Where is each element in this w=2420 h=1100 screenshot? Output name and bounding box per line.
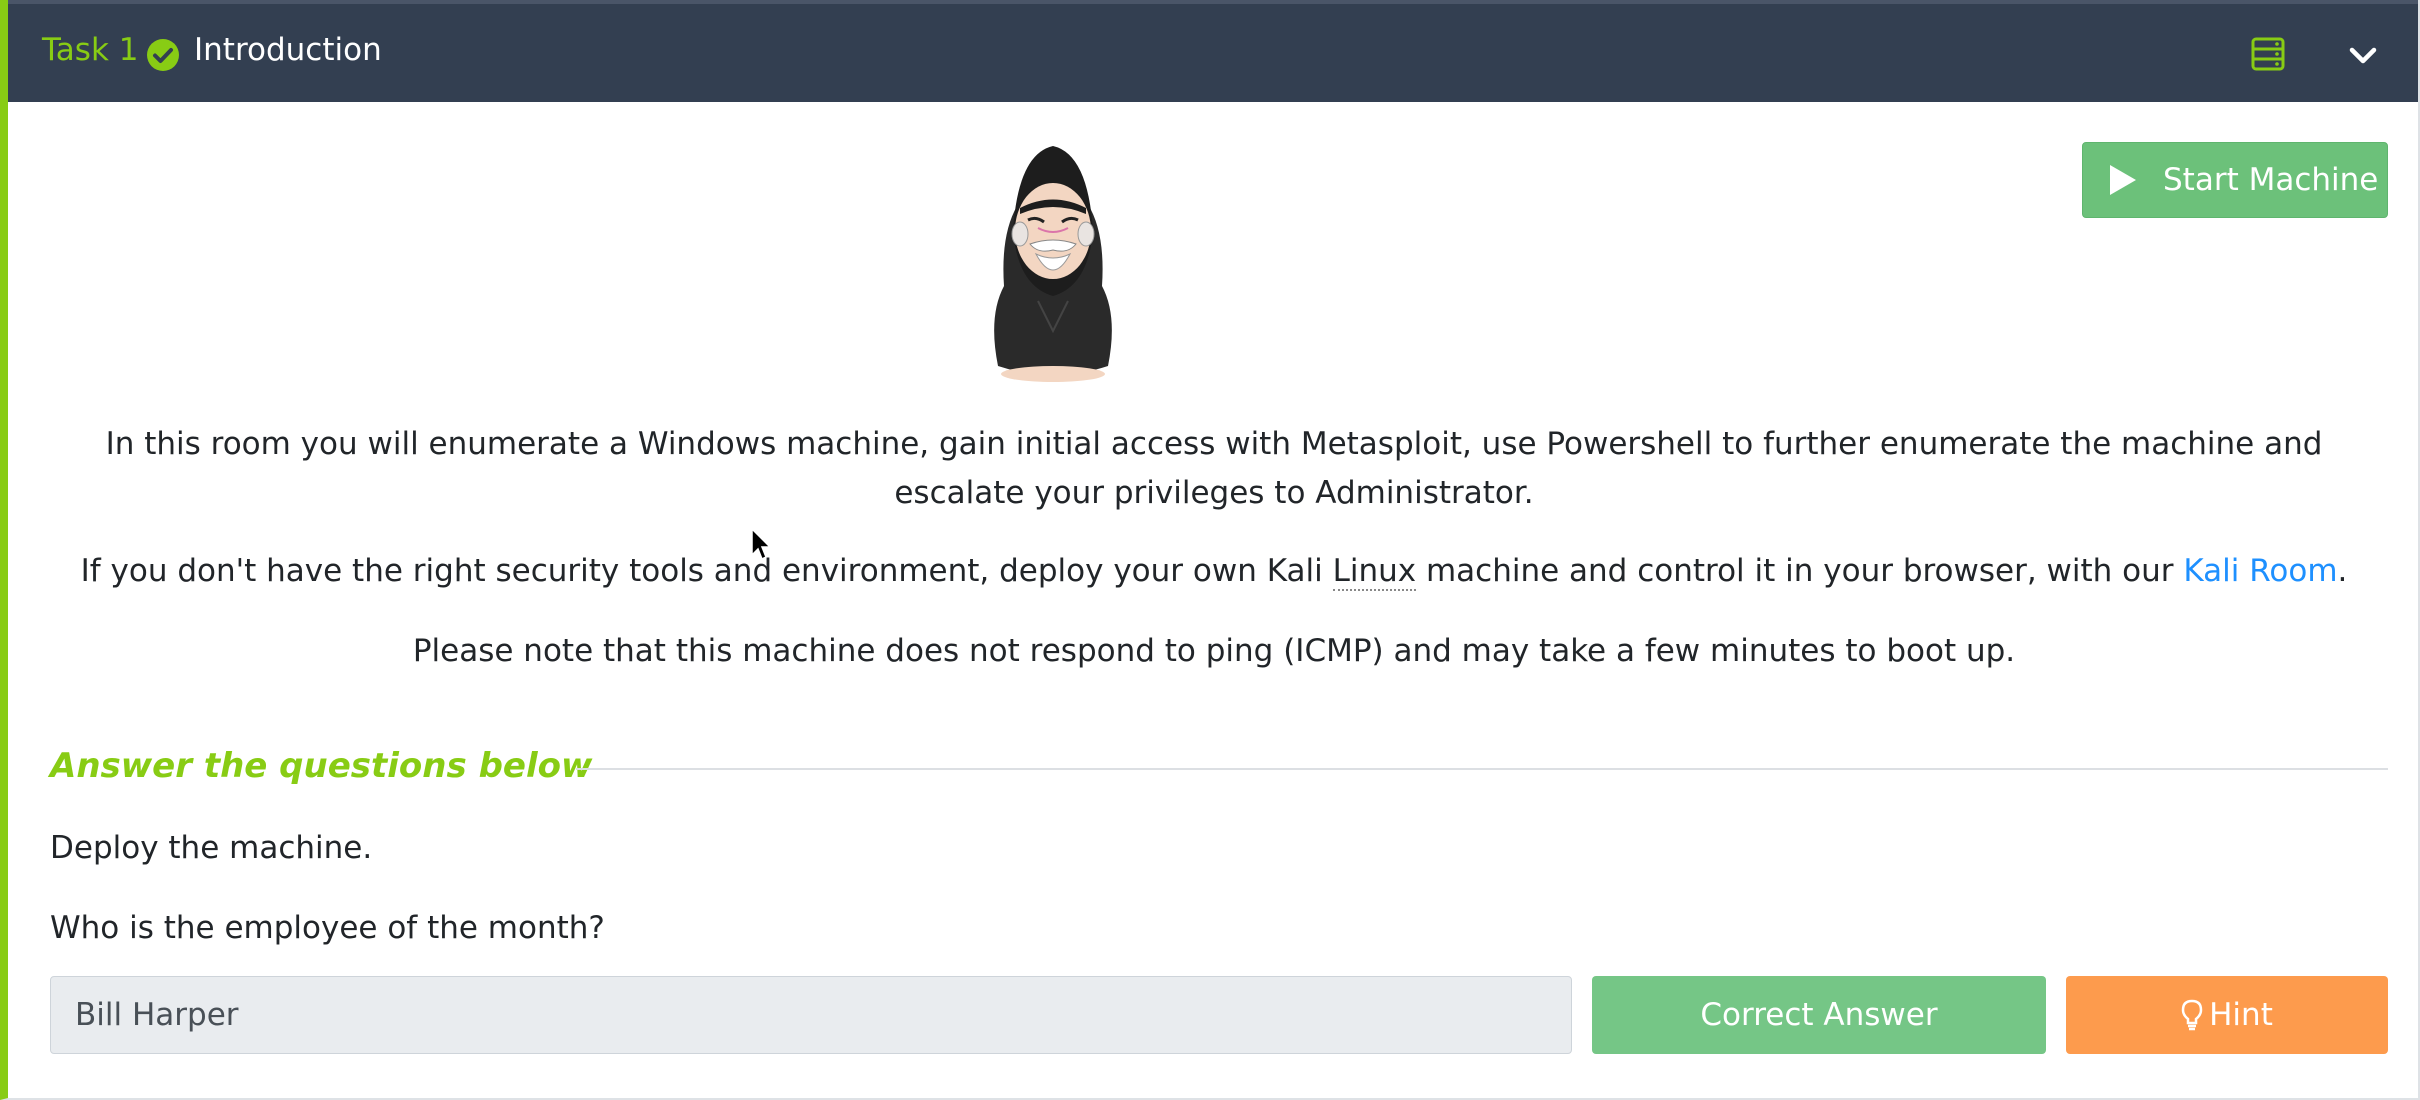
hint-label: Hint: [2209, 997, 2273, 1033]
hint-button[interactable]: Hint: [2066, 976, 2388, 1054]
tools-paragraph: If you don't have the right security too…: [48, 547, 2380, 596]
chevron-down-icon[interactable]: [2346, 38, 2380, 72]
task-header[interactable]: Task 1 Introduction: [8, 0, 2418, 102]
task-number: Task 1: [42, 32, 139, 68]
answer-input[interactable]: [50, 976, 1572, 1054]
linux-abbreviation: Linux: [1332, 553, 1417, 591]
correct-answer-button[interactable]: Correct Answer: [1592, 976, 2046, 1054]
intro-paragraph: In this room you will enumerate a Window…: [105, 426, 2323, 511]
server-icon[interactable]: [2250, 36, 2286, 72]
tools-text-middle: machine and control it in your browser, …: [1416, 553, 2184, 589]
answer-section-heading: Answer the questions below: [50, 746, 593, 786]
mouse-cursor-icon: [751, 527, 772, 561]
check-circle-icon: [147, 39, 179, 71]
task-card: Task 1 Introduction Start Machine In thi…: [0, 0, 2420, 1100]
task-title: Introduction: [194, 32, 382, 68]
tools-text-start: If you don't have the right security too…: [80, 553, 1333, 589]
start-machine-button[interactable]: Start Machine: [2082, 142, 2388, 218]
lightbulb-icon: [2181, 999, 2203, 1031]
start-machine-label: Start Machine: [2163, 162, 2379, 198]
correct-answer-label: Correct Answer: [1700, 997, 1938, 1033]
question-2-text: Who is the employee of the month?: [50, 910, 605, 946]
hooded-hacker-mascot-image: [994, 146, 1112, 382]
play-icon: [2110, 165, 2136, 195]
tools-text-end: .: [2337, 553, 2348, 589]
question-1-text: Deploy the machine.: [50, 830, 373, 866]
section-divider: [576, 768, 2388, 770]
kali-room-link[interactable]: Kali Room: [2183, 553, 2337, 589]
note-paragraph: Please note that this machine does not r…: [412, 633, 2016, 669]
